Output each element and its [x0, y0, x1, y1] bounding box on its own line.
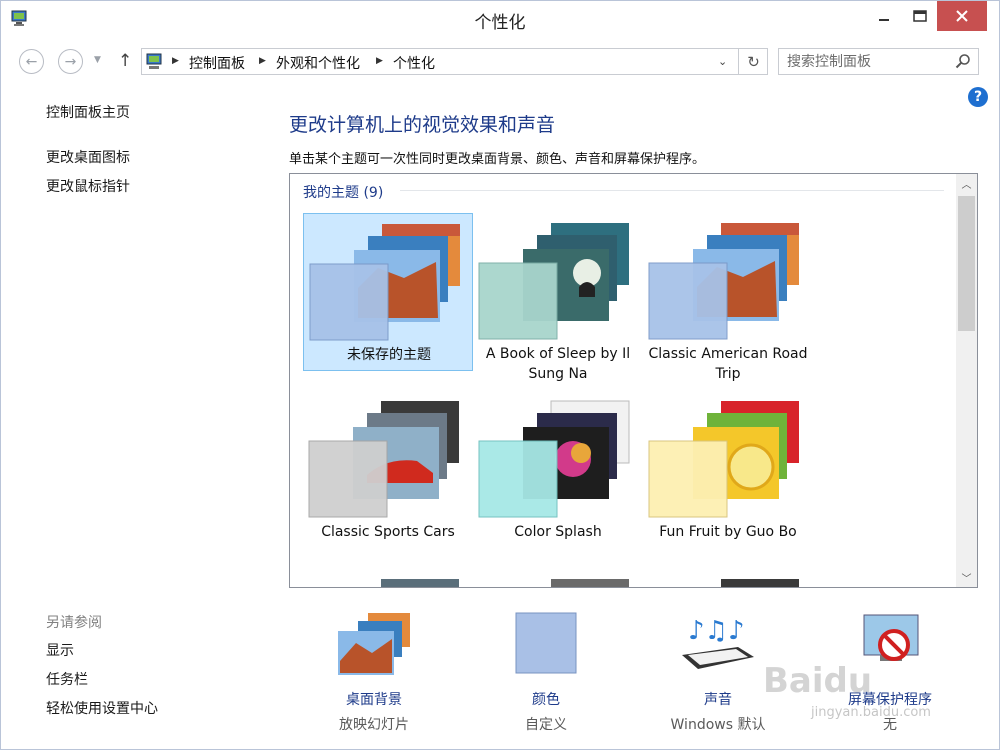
refresh-button[interactable]: ↻: [738, 49, 768, 74]
theme-preview-image: [721, 579, 799, 587]
scroll-up-button[interactable]: ︿: [956, 176, 977, 191]
address-bar[interactable]: ▶ 控制面板 ▶ 外观和个性化 ▶ 个性化 ⌄ ↻: [141, 48, 768, 75]
search-icon[interactable]: [955, 53, 971, 69]
help-icon[interactable]: ?: [968, 87, 988, 107]
breadcrumb-control-panel[interactable]: 控制面板: [189, 53, 245, 73]
theme-list-scrollbar[interactable]: ︿ ﹀: [956, 174, 977, 587]
theme-tile-partial[interactable]: [643, 569, 813, 587]
desktop-background-icon: [338, 613, 410, 675]
theme-tile-fun-fruit[interactable]: Fun Fruit by Guo Bo: [643, 391, 813, 549]
chevron-up-icon: ︿: [961, 180, 972, 191]
close-button[interactable]: [937, 1, 987, 31]
sounds-value: Windows 默认: [670, 717, 766, 733]
scroll-down-button[interactable]: ﹀: [956, 570, 977, 585]
search-box[interactable]: [778, 48, 979, 75]
theme-preview-image: [648, 223, 799, 340]
page-title: 更改计算机上的视觉效果和声音: [289, 114, 556, 136]
search-input[interactable]: [787, 52, 947, 71]
baidu-watermark-url: jingyan.baidu.com: [811, 705, 931, 720]
theme-label: Fun Fruit by Guo Bo: [659, 524, 797, 540]
arrow-up-icon: ↑: [118, 51, 133, 71]
chevron-down-icon: ⌄: [718, 55, 728, 68]
sidebar-link-desktop-icons[interactable]: 更改桌面图标: [46, 147, 130, 167]
theme-tile-partial[interactable]: [303, 569, 473, 587]
minimize-button[interactable]: [867, 1, 901, 31]
baidu-watermark: Baidu: [763, 661, 873, 701]
theme-preview-image: [478, 223, 629, 340]
theme-label-line2: Sung Na: [528, 366, 588, 382]
svg-text:♪: ♪: [728, 616, 745, 646]
breadcrumb-personalization[interactable]: 个性化: [393, 53, 435, 73]
theme-preview-image: [648, 401, 799, 518]
window-title: 个性化: [474, 13, 526, 33]
theme-preview-image: [381, 579, 459, 587]
maximize-button[interactable]: [903, 1, 937, 31]
chevron-down-icon: ﹀: [961, 574, 972, 585]
color-value: 自定义: [525, 717, 567, 733]
navigation-bar: ← → ▼ ↑ ▶ 控制面板 ▶ 外观和个性化 ▶ 个性化 ⌄ ↻: [1, 43, 999, 79]
theme-preview-image: [309, 224, 460, 341]
address-dropdown-button[interactable]: ⌄: [718, 55, 727, 68]
breadcrumb-chevron-icon[interactable]: ▶: [376, 56, 383, 66]
see-also-taskbar[interactable]: 任务栏: [46, 669, 88, 689]
theme-preview-image: [478, 400, 630, 518]
forward-button[interactable]: →: [58, 49, 83, 74]
page-description: 单击某个主题可一次性同时更改桌面背景、颜色、声音和屏幕保护程序。: [289, 152, 706, 167]
sounds-keyboard-icon: ♪♫ ♪: [682, 616, 754, 669]
breadcrumb-appearance[interactable]: 外观和个性化: [276, 53, 360, 73]
see-also-display[interactable]: 显示: [46, 640, 74, 660]
group-divider: [400, 190, 944, 191]
breadcrumb-chevron-icon[interactable]: ▶: [172, 56, 179, 66]
color-label[interactable]: 颜色: [476, 689, 616, 709]
theme-label: Color Splash: [514, 524, 602, 540]
theme-tile-color-splash[interactable]: Color Splash: [473, 391, 643, 549]
theme-label: Classic Sports Cars: [321, 524, 455, 540]
title-bar[interactable]: 个性化: [1, 1, 999, 39]
theme-label: Classic American Road: [648, 346, 808, 362]
theme-label: A Book of Sleep by Il: [485, 346, 631, 362]
minimize-icon: [879, 19, 889, 21]
theme-tile-partial[interactable]: [473, 569, 643, 587]
desktop-background-value: 放映幻灯片: [339, 717, 409, 733]
theme-list[interactable]: 我的主题 (9) 未保存的主题 A Book of Sleep by Il Su…: [289, 173, 978, 588]
see-also-ease-of-access[interactable]: 轻松使用设置中心: [46, 698, 158, 718]
theme-preview-image: [551, 579, 629, 587]
theme-preview-image: [308, 401, 459, 518]
personalization-window: 个性化 ← → ▼ ↑ ▶ 控制面板 ▶ 外观和个性化 ▶ 个性化 ⌄ ↻ 搜索…: [0, 0, 1000, 750]
svg-text:♪♫: ♪♫: [688, 616, 728, 646]
breadcrumb-chevron-icon[interactable]: ▶: [259, 56, 266, 66]
refresh-icon: ↻: [747, 52, 760, 71]
arrow-left-icon: ←: [25, 53, 38, 70]
arrow-right-icon: →: [64, 53, 77, 70]
sidebar-link-control-panel-home[interactable]: 控制面板主页: [46, 102, 130, 122]
theme-tile-book-of-sleep[interactable]: A Book of Sleep by Il Sung Na: [473, 213, 643, 382]
color-swatch-icon: [515, 612, 577, 674]
back-button[interactable]: ←: [19, 49, 44, 74]
close-icon: [956, 10, 968, 22]
desktop-background-label[interactable]: 桌面背景: [304, 689, 444, 709]
see-also-heading: 另请参阅: [46, 615, 102, 631]
theme-label-line2: Trip: [715, 366, 741, 382]
maximize-icon: [913, 10, 927, 22]
theme-tile-classic-sports-cars[interactable]: Classic Sports Cars: [303, 391, 473, 549]
sidebar-link-mouse-pointers[interactable]: 更改鼠标指针: [46, 176, 130, 196]
control-panel-icon: [146, 53, 162, 69]
theme-tile-unsaved[interactable]: 未保存的主题: [303, 213, 473, 371]
scroll-thumb[interactable]: [958, 196, 975, 331]
my-themes-group-label[interactable]: 我的主题 (9): [303, 182, 383, 202]
chevron-down-icon: ▼: [94, 55, 101, 65]
theme-label: 未保存的主题: [347, 347, 431, 363]
up-button[interactable]: ↑: [118, 51, 132, 71]
recent-locations-button[interactable]: ▼: [94, 55, 101, 65]
theme-tile-classic-american-road-trip[interactable]: Classic American Road Trip: [643, 213, 813, 382]
